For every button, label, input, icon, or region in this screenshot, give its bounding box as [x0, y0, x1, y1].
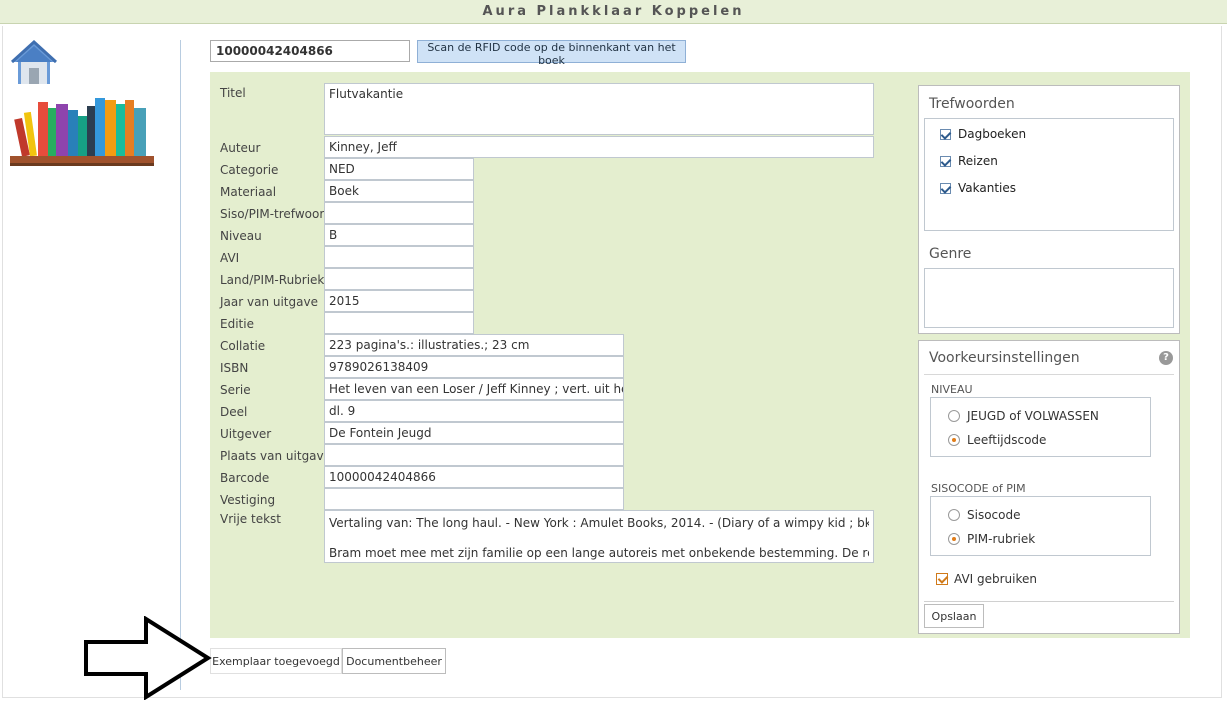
- radio-label: Leeftijdscode: [967, 433, 1047, 447]
- trefwoord-item[interactable]: Dagboeken: [940, 126, 1026, 142]
- vestiging-label: Vestiging: [220, 493, 276, 507]
- niveau-caption: NIVEAU: [931, 383, 973, 396]
- vestiging-field[interactable]: [324, 488, 624, 510]
- land-field[interactable]: [324, 268, 474, 290]
- jaar-field[interactable]: 2015: [324, 290, 474, 312]
- plaats-field[interactable]: [324, 444, 624, 466]
- categorie-field[interactable]: NED: [324, 158, 474, 180]
- help-icon[interactable]: ?: [1159, 351, 1173, 365]
- genre-title: Genre: [929, 246, 972, 262]
- documentbeheer-button[interactable]: Documentbeheer: [342, 648, 446, 674]
- niveau-option-jeugd[interactable]: JEUGD of VOLWASSEN: [948, 408, 1099, 424]
- deel-field[interactable]: dl. 9: [324, 400, 624, 422]
- radio-off-icon[interactable]: [948, 410, 960, 422]
- collatie-field[interactable]: 223 pagina's.: illustraties.; 23 cm: [324, 334, 624, 356]
- divider: [924, 601, 1174, 602]
- titel-field[interactable]: Flutvakantie: [324, 83, 874, 135]
- materiaal-label: Materiaal: [220, 185, 277, 199]
- barcode-label: Barcode: [220, 471, 270, 485]
- genre-field[interactable]: [924, 268, 1174, 328]
- niveau-options: [930, 397, 1151, 457]
- exemplaar-toegevoegd-button[interactable]: Exemplaar toegevoegd: [210, 648, 342, 674]
- trefwoord-label: Vakanties: [958, 181, 1017, 195]
- siso-label: Siso/PIM-trefwoord: [220, 207, 332, 221]
- land-label: Land/PIM-Rubriek: [220, 273, 325, 287]
- avi-field[interactable]: [324, 246, 474, 268]
- books-shelf-icon: [10, 98, 154, 166]
- isbn-field[interactable]: 9789026138409: [324, 356, 624, 378]
- checkbox-checked-icon[interactable]: [940, 128, 951, 140]
- materiaal-field[interactable]: Boek: [324, 180, 474, 202]
- radio-on-icon[interactable]: [948, 533, 960, 545]
- radio-label: JEUGD of VOLWASSEN: [967, 409, 1099, 423]
- app-title: Aura Plankklaar Koppelen: [0, 0, 1227, 24]
- vrije-tekst-line-2: Bram moet mee met zijn familie op een la…: [329, 546, 869, 560]
- checkbox-checked-icon[interactable]: [940, 182, 951, 194]
- scan-rfid-button[interactable]: Scan de RFID code op de binnenkant van h…: [417, 40, 686, 67]
- trefwoord-item[interactable]: Reizen: [940, 153, 998, 169]
- serie-field[interactable]: Het leven van een Loser / Jeff Kinney ; …: [324, 378, 624, 400]
- radio-on-icon[interactable]: [948, 434, 960, 446]
- pointer-arrow-icon: [84, 616, 212, 700]
- sidebar-divider: [180, 40, 181, 690]
- siso-option-sisocode[interactable]: Sisocode: [948, 507, 1020, 523]
- siso-field[interactable]: [324, 202, 474, 224]
- categorie-label: Categorie: [220, 163, 279, 177]
- uitgever-label: Uitgever: [220, 427, 272, 441]
- trefwoord-label: Dagboeken: [958, 127, 1027, 141]
- collatie-label: Collatie: [220, 339, 266, 353]
- siso-option-pim[interactable]: PIM-rubriek: [948, 531, 1035, 547]
- avi-label: AVI: [220, 251, 240, 265]
- trefwoorden-title: Trefwoorden: [929, 96, 1015, 112]
- divider: [924, 374, 1174, 375]
- niveau-option-leeftijd[interactable]: Leeftijdscode: [948, 432, 1046, 448]
- avi-gebruiken-label: AVI gebruiken: [954, 572, 1038, 586]
- niveau-field[interactable]: B: [324, 224, 474, 246]
- auteur-field[interactable]: Kinney, Jeff: [324, 136, 874, 158]
- plaats-label: Plaats van uitgave: [220, 449, 332, 463]
- barcode-input[interactable]: [210, 40, 410, 62]
- niveau-label: Niveau: [220, 229, 262, 243]
- vrije-tekst-line-1: Vertaling van: The long haul. - New York…: [329, 516, 869, 530]
- checkbox-checked-icon[interactable]: [936, 573, 948, 585]
- vrije-tekst-label: Vrije tekst: [220, 512, 282, 526]
- siso-caption: SISOCODE of PIM: [931, 482, 1026, 495]
- opslaan-button[interactable]: Opslaan: [924, 604, 984, 628]
- isbn-label: ISBN: [220, 361, 249, 375]
- barcode-field[interactable]: 10000042404866: [324, 466, 624, 488]
- editie-field[interactable]: [324, 312, 474, 334]
- trefwoord-item[interactable]: Vakanties: [940, 180, 1016, 196]
- jaar-label: Jaar van uitgave: [220, 295, 318, 309]
- vrije-tekst-field[interactable]: Vertaling van: The long haul. - New York…: [324, 510, 874, 563]
- deel-label: Deel: [220, 405, 248, 419]
- checkbox-checked-icon[interactable]: [940, 155, 951, 167]
- radio-label: PIM-rubriek: [967, 532, 1036, 546]
- vrije-tekst-spacer: [329, 531, 869, 546]
- avi-gebruiken-toggle[interactable]: AVI gebruiken: [936, 571, 1037, 587]
- siso-options: [930, 496, 1151, 556]
- voorkeur-title: Voorkeursinstellingen: [929, 350, 1080, 366]
- radio-off-icon[interactable]: [948, 509, 960, 521]
- radio-label: Sisocode: [967, 508, 1021, 522]
- trefwoord-label: Reizen: [958, 154, 998, 168]
- serie-label: Serie: [220, 383, 251, 397]
- editie-label: Editie: [220, 317, 254, 331]
- auteur-label: Auteur: [220, 141, 261, 155]
- home-icon[interactable]: [10, 40, 58, 86]
- uitgever-field[interactable]: De Fontein Jeugd: [324, 422, 624, 444]
- titel-label: Titel: [220, 86, 246, 100]
